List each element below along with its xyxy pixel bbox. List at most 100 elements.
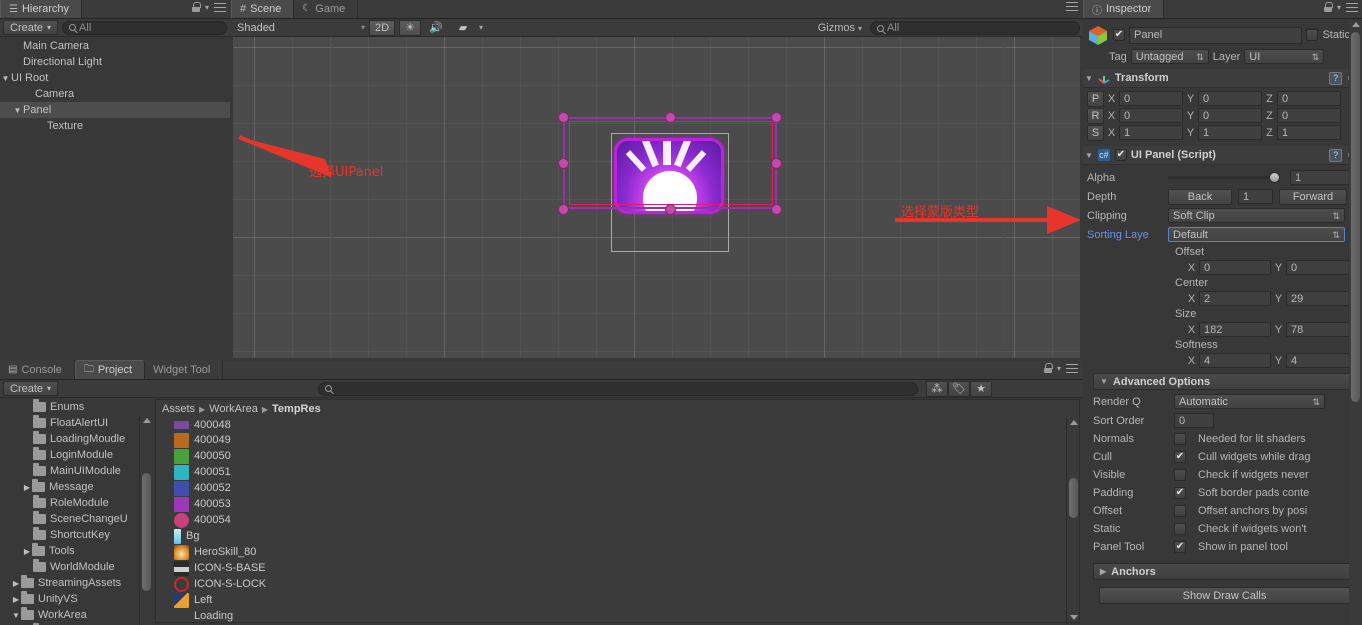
tree-item[interactable]: ▶ UnityVS	[0, 591, 148, 607]
image-icon[interactable]: ▰	[451, 20, 475, 36]
chevron-down-icon[interactable]: ▾	[205, 3, 209, 12]
object-name-input[interactable]: Panel	[1129, 26, 1303, 44]
foldout-arrow-collapsed-icon[interactable]: ▶	[1100, 567, 1106, 576]
tag-dropdown[interactable]: Untagged	[1130, 49, 1209, 64]
alpha-input[interactable]: 1	[1290, 170, 1356, 185]
asset-item[interactable]: Loading	[156, 608, 1064, 622]
depth-forward-button[interactable]: Forward	[1279, 188, 1347, 205]
tree-scroll-thumb[interactable]	[142, 473, 151, 591]
hierarchy-item-panel[interactable]: ▼ Panel	[0, 102, 230, 118]
tree-item[interactable]: ShortcutKey	[0, 527, 148, 543]
tree-item-workarea[interactable]: ▼ WorkArea	[0, 607, 148, 623]
asset-item[interactable]: 400052	[156, 480, 1064, 496]
visible-checkbox[interactable]	[1174, 469, 1186, 481]
normals-checkbox[interactable]	[1174, 433, 1186, 445]
menu-icon[interactable]	[1346, 2, 1358, 12]
scroll-up-arrow-icon[interactable]	[143, 418, 151, 423]
tab-project[interactable]: 🗀 Project	[74, 360, 146, 379]
chevron-down-icon[interactable]: ▾	[1057, 364, 1061, 373]
tree-item[interactable]: RoleModule	[0, 495, 148, 511]
offset-x-input[interactable]: 0	[1199, 260, 1271, 275]
resize-handle-tr[interactable]	[771, 112, 782, 123]
fold-arrow-icon[interactable]: ▼	[0, 74, 11, 83]
hierarchy-item-texture[interactable]: Texture	[0, 118, 230, 134]
tree-item[interactable]: ▶ Tools	[0, 543, 148, 559]
asset-item[interactable]: Left	[156, 592, 1064, 608]
asset-item[interactable]: 400049	[156, 432, 1064, 448]
inspector-scroll-thumb[interactable]	[1351, 32, 1360, 402]
position-y-input[interactable]: 0	[1198, 91, 1262, 106]
depth-input[interactable]: 1	[1238, 189, 1273, 204]
asset-item[interactable]: HeroSkill_80	[156, 544, 1064, 560]
scroll-up-arrow-icon[interactable]	[1070, 420, 1078, 425]
transform-position-key[interactable]: P	[1087, 90, 1104, 107]
transform-component-header[interactable]: ▼ Transform ? ⚙	[1083, 69, 1362, 88]
tree-item[interactable]: ▶ StreamingAssets	[0, 575, 148, 591]
shading-mode-dropdown[interactable]: Shaded	[237, 22, 275, 34]
static-widgets-checkbox[interactable]	[1174, 523, 1186, 535]
ui-panel-enabled-checkbox[interactable]: ✔	[1114, 149, 1127, 161]
asset-item[interactable]: 400053	[156, 496, 1064, 512]
ui-panel-component-header[interactable]: ▼ c# ✔ UI Panel (Script) ? ⚙	[1083, 146, 1362, 165]
alpha-slider-knob[interactable]	[1269, 172, 1280, 183]
scene-search-input[interactable]: All	[870, 21, 1080, 35]
fold-arrow-icon[interactable]: ▶	[11, 595, 21, 604]
scene-viewport[interactable]: 选择UIPanel 选择蒙版类型	[233, 37, 1080, 358]
menu-icon[interactable]	[214, 2, 226, 12]
foldout-arrow-icon[interactable]: ▼	[1085, 74, 1093, 83]
fold-arrow-icon[interactable]: ▶	[11, 579, 21, 588]
asset-item[interactable]: 400050	[156, 448, 1064, 464]
fold-arrow-icon[interactable]: ▼	[11, 611, 21, 620]
resize-handle-mr[interactable]	[771, 158, 782, 169]
tree-item[interactable]: ▶ Message	[0, 479, 148, 495]
tree-item[interactable]: Enums	[0, 399, 148, 415]
toggle-2d-button[interactable]: 2D	[369, 19, 395, 36]
asset-scrollbar[interactable]	[1066, 418, 1079, 622]
softness-y-input[interactable]: 4	[1286, 353, 1358, 368]
favorite-add-icon[interactable]: ⁂	[926, 380, 948, 397]
asset-item[interactable]: 400054	[156, 512, 1064, 528]
breadcrumb-tempres[interactable]: TempRes	[272, 403, 321, 415]
asset-item[interactable]: 400048	[156, 418, 1064, 432]
advanced-options-header[interactable]: ▼ Advanced Options	[1093, 373, 1356, 390]
scroll-up-arrow-icon[interactable]	[1352, 22, 1360, 27]
padding-checkbox[interactable]: ✔	[1174, 487, 1186, 499]
resize-handle-tc[interactable]	[665, 112, 676, 123]
resize-handle-br[interactable]	[771, 204, 782, 215]
sorting-layer-dropdown[interactable]: Default	[1168, 227, 1345, 242]
rotation-x-input[interactable]: 0	[1119, 108, 1183, 123]
tab-inspector[interactable]: ⓘ Inspector	[1083, 0, 1165, 18]
offset-y-input[interactable]: 0	[1286, 260, 1358, 275]
scale-y-input[interactable]: 1	[1198, 125, 1262, 140]
asset-item[interactable]: ICON-S-LOCK	[156, 576, 1064, 592]
hierarchy-item[interactable]: Directional Light	[0, 54, 230, 70]
offset-checkbox[interactable]	[1174, 505, 1186, 517]
scroll-down-arrow-icon[interactable]	[1070, 615, 1078, 620]
position-x-input[interactable]: 0	[1119, 91, 1183, 106]
tab-hierarchy[interactable]: ☰ Hierarchy	[0, 0, 83, 18]
center-y-input[interactable]: 29	[1286, 291, 1358, 306]
lock-icon[interactable]	[1323, 2, 1333, 12]
hierarchy-item-camera[interactable]: Camera	[0, 86, 230, 102]
sort-order-input[interactable]: 0	[1174, 413, 1214, 428]
create-button[interactable]: Create	[3, 20, 59, 35]
scale-z-input[interactable]: 1	[1277, 125, 1341, 140]
depth-back-button[interactable]: Back	[1168, 188, 1232, 205]
foldout-arrow-icon[interactable]: ▼	[1085, 151, 1093, 160]
rotation-z-input[interactable]: 0	[1277, 108, 1341, 123]
tree-item[interactable]: MainUIModule	[0, 463, 148, 479]
chevron-down-icon[interactable]: ▾	[1337, 3, 1341, 12]
breadcrumb-workarea[interactable]: WorkArea	[209, 403, 258, 415]
scale-x-input[interactable]: 1	[1119, 125, 1183, 140]
resize-handle-bl[interactable]	[558, 204, 569, 215]
help-icon[interactable]: ?	[1329, 148, 1343, 162]
transform-rotation-key[interactable]: R	[1087, 107, 1104, 124]
clipping-dropdown[interactable]: Soft Clip	[1168, 208, 1345, 223]
tree-item[interactable]: LoadingMoudle	[0, 431, 148, 447]
hierarchy-search-input[interactable]: All	[62, 20, 227, 35]
tab-game[interactable]: ☾ Game	[294, 0, 359, 18]
anchors-header[interactable]: ▶ Anchors	[1093, 563, 1356, 580]
chevron-down-icon[interactable]: ▾	[479, 23, 483, 32]
project-create-button[interactable]: Create	[3, 381, 59, 396]
alpha-slider[interactable]	[1168, 172, 1280, 183]
